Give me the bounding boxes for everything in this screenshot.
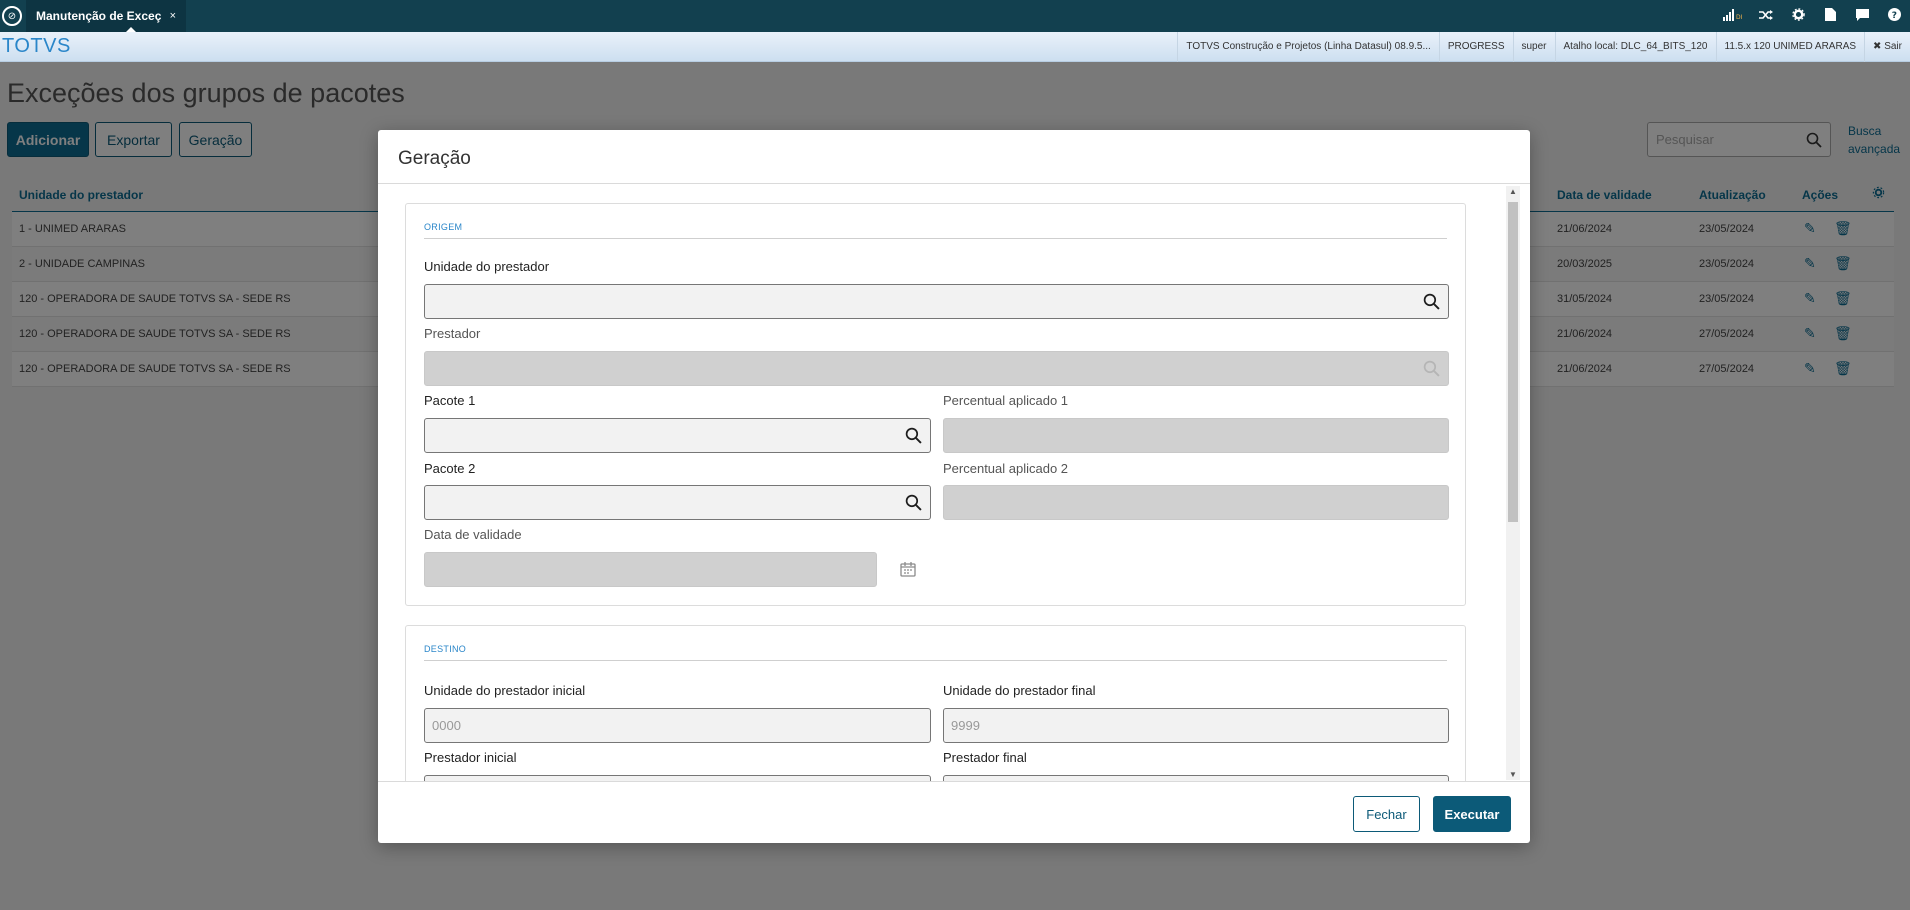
session-company: 11.5.x 120 UNIMED ARARAS [1715,31,1865,62]
unit-end-placeholder: 9999 [951,718,980,733]
origin-section-title: ORIGEM [424,222,463,232]
provider-label: Prestador [424,326,481,341]
unit-field[interactable] [424,284,1449,319]
provider-field [424,351,1449,386]
scroll-down-icon[interactable]: ▼ [1506,770,1520,779]
percent2-field [943,485,1449,520]
package2-label: Pacote 2 [424,461,476,476]
product-strip: TOTVS TOTVS Construção e Projetos (Linha… [0,31,1910,62]
package2-field[interactable] [424,485,931,520]
modal-body: ORIGEM Unidade do prestador Prestador Pa… [378,184,1530,782]
modal-scrollbar[interactable]: ▲ ▼ [1506,186,1520,780]
unit-label: Unidade do prestador [424,259,550,274]
validity-field [424,552,877,587]
origin-panel: ORIGEM Unidade do prestador Prestador Pa… [405,203,1466,606]
unit-search-icon[interactable] [1423,293,1440,310]
calendar-icon [900,562,916,577]
svg-text:?: ? [1891,11,1896,21]
percent2-label: Percentual aplicado 2 [943,461,1069,476]
session-shortcut: Atalho local: DLC_64_BITS_120 [1554,31,1716,62]
destination-divider [424,660,1447,661]
close-button[interactable]: Fechar [1353,796,1420,832]
shuffle-icon[interactable] [1750,9,1782,24]
execute-button[interactable]: Executar [1433,796,1511,832]
destination-panel: DESTINO Unidade do prestador inicial 000… [405,625,1466,782]
window-bar: ⊘ Manutenção de Exceç × DI ? [0,0,1910,32]
destination-section-title: DESTINO [424,644,467,654]
generation-modal: Geração ORIGEM Unidade do prestador Pres… [378,130,1530,843]
brand-logo: TOTVS [2,35,71,57]
unit-end-label: Unidade do prestador final [943,683,1096,698]
window-tab[interactable]: Manutenção de Exceç × [26,0,186,32]
scrollbar-thumb[interactable] [1508,202,1518,522]
percent1-field [943,418,1449,453]
provider-start-label: Prestador inicial [424,750,517,765]
percent1-label: Percentual aplicado 1 [943,393,1069,408]
session-user: super [1512,31,1555,62]
window-tab-close-icon[interactable]: × [170,10,176,22]
session-info: TOTVS Construção e Projetos (Linha Datas… [1177,31,1910,62]
session-product: TOTVS Construção e Projetos (Linha Datas… [1177,31,1438,62]
app-logo-icon[interactable]: ⊘ [2,6,22,26]
modal-footer: Fechar Executar [378,781,1530,843]
unit-start-placeholder: 0000 [432,718,461,733]
window-tab-title: Manutenção de Exceç [36,9,162,23]
top-icons: DI ? [1718,0,1910,32]
gear-icon[interactable] [1782,8,1814,24]
package1-search-icon[interactable] [905,427,922,444]
document-icon[interactable] [1814,8,1846,24]
unit-end-field[interactable]: 9999 [943,708,1449,743]
validity-label: Data de validade [424,527,522,542]
provider-search-icon [1423,360,1440,377]
scroll-up-icon[interactable]: ▲ [1506,187,1520,196]
unit-start-label: Unidade do prestador inicial [424,683,586,698]
package2-search-icon[interactable] [905,494,922,511]
signal-icon[interactable]: DI [1718,8,1750,24]
origin-divider [424,238,1447,239]
provider-end-label: Prestador final [943,750,1027,765]
unit-start-field[interactable]: 0000 [424,708,931,743]
signal-label: DI [1736,14,1743,21]
logout-link[interactable]: ✖ Sair [1864,31,1910,62]
chat-icon[interactable] [1846,8,1878,24]
help-icon[interactable]: ? [1878,8,1910,24]
package1-field[interactable] [424,418,931,453]
modal-title: Geração [378,130,1530,184]
package1-label: Pacote 1 [424,393,476,408]
session-database: PROGRESS [1438,31,1513,62]
